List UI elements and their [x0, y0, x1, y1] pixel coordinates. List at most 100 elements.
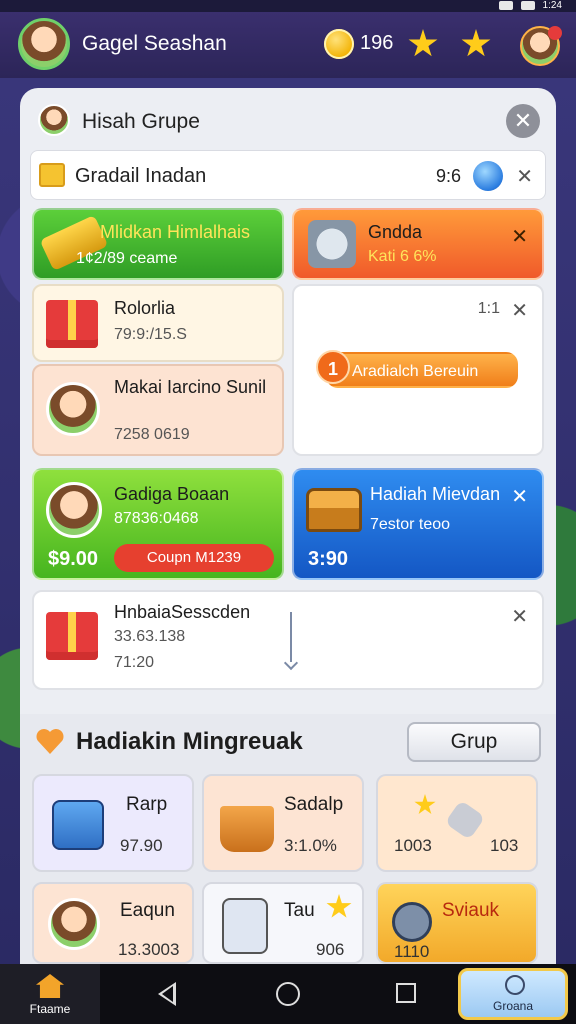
offer-card-lime[interactable]: Gadiga Boaan 87836:0468 $9.00 Coupn M123… — [32, 468, 284, 580]
recent-apps-icon[interactable] — [396, 983, 416, 1003]
friend-avatar — [48, 898, 100, 950]
offer-price: $9.00 — [48, 548, 99, 570]
nav-group-label: Groana — [492, 999, 534, 1013]
battery-icon — [520, 1, 535, 10]
tile-value-secondary: 103 — [490, 836, 519, 855]
tile-value: 906 — [316, 940, 345, 959]
star-icon — [326, 894, 352, 918]
card-subtitle: 7258 0619 — [114, 426, 190, 443]
panel-header: Hisah Grupe ✕ — [32, 100, 544, 146]
ring-icon — [392, 902, 432, 942]
event-button[interactable]: Aradialch Bereuin — [326, 352, 518, 388]
treasure-chest-icon — [306, 488, 362, 532]
newspaper-icon — [222, 898, 268, 954]
reward-card-orange[interactable]: Gndda Kati 6 6% ✕ — [292, 208, 544, 280]
card-title: HnbaiaSesscden — [114, 602, 251, 622]
tile-value: 3:1.0% — [284, 836, 337, 855]
card-title: Gndda — [368, 222, 423, 242]
card-title: Mlidkan Himlalhais — [100, 222, 251, 242]
gift-box-icon — [46, 612, 98, 660]
offer-avatar — [46, 482, 102, 538]
gift-card[interactable]: Rolorlia 79:9:/15.S — [32, 284, 284, 362]
reward-tile[interactable]: Rarp 97.90 — [32, 774, 194, 872]
reward-tile[interactable]: Eaqun 13.3003 — [32, 882, 194, 964]
event-time: 1:1 — [477, 300, 500, 317]
star-icon — [461, 29, 491, 57]
top-bar: Gagel Seashan 196 — [0, 12, 576, 78]
shield-icon — [308, 220, 356, 268]
folder-icon — [39, 163, 65, 187]
reward-card-green[interactable]: Mlidkan Himlalhais 1¢2/89 ceame — [32, 208, 284, 280]
notification-dot — [548, 26, 562, 40]
group-icon — [505, 975, 525, 995]
home-icon — [36, 974, 64, 998]
panel-title: Hisah Grupe — [82, 110, 200, 133]
gem-icon — [473, 161, 503, 191]
grup-button[interactable]: Grup — [407, 722, 541, 762]
close-icon[interactable]: ✕ — [511, 484, 528, 509]
card-subtitle: 33.63.138 — [114, 628, 186, 645]
coupon-code: M1239 — [195, 549, 242, 566]
nav-bar: Ftaame Groana — [0, 964, 576, 1024]
card-subtitle: 79:9:/15.S — [114, 326, 187, 343]
nav-home-label: Ftaame — [29, 1002, 71, 1016]
remove-icon[interactable]: ✕ — [516, 164, 533, 189]
tile-name: Sadalp — [284, 794, 344, 815]
nav-home-tab[interactable]: Ftaame — [0, 964, 100, 1024]
status-bar: 1:24 — [0, 0, 576, 12]
offer-price: 3:90 — [308, 548, 349, 570]
tile-value: 13.3003 — [118, 940, 180, 959]
offer-card-blue[interactable]: Hadiah Mievdan 7estor teoo 3:90 ✕ — [292, 468, 544, 580]
card-subtitle: 7estor teoo — [370, 516, 451, 533]
player-avatar[interactable] — [18, 18, 70, 70]
coin-icon — [324, 29, 354, 59]
gift-box-icon — [46, 300, 98, 348]
group-row-label: Gradail Inadan — [75, 165, 207, 187]
card-subtitle: 1¢2/89 ceame — [76, 250, 178, 267]
friend-card[interactable]: Makai Iarcino Sunil 7258 0619 — [32, 364, 284, 456]
close-icon[interactable]: ✕ — [511, 298, 528, 323]
star-icon — [414, 794, 436, 815]
tile-name: Sviauk — [442, 900, 500, 921]
coin-count: 196 — [360, 32, 394, 54]
reward-tile[interactable]: Sviauk 1110 — [376, 882, 538, 964]
card-title: Makai Iarcino Sunil — [114, 377, 267, 397]
group-row-count: 9:6 — [435, 166, 461, 186]
basket-icon — [220, 806, 274, 852]
close-button[interactable]: ✕ — [506, 104, 540, 138]
card-subtitle: Kati 6 6% — [368, 248, 437, 265]
tile-name: Tau — [284, 900, 315, 921]
close-icon[interactable]: ✕ — [511, 604, 528, 629]
card-time: 71:20 — [114, 654, 155, 671]
home-circle-icon[interactable] — [276, 982, 300, 1006]
tile-value: 1110 — [394, 942, 430, 961]
tile-value: 97.90 — [120, 836, 163, 855]
close-icon[interactable]: ✕ — [511, 224, 528, 249]
tile-name: Eaqun — [120, 900, 175, 921]
signal-icon — [498, 1, 513, 10]
group-avatar — [38, 104, 70, 136]
card-subtitle: 87836:0468 — [114, 510, 199, 527]
reward-tile[interactable]: 1003 103 — [376, 774, 538, 872]
hammer-icon — [444, 799, 486, 841]
coupon-button[interactable]: Coupn M1239 — [114, 544, 274, 572]
nav-group-tab[interactable]: Groana — [458, 968, 568, 1020]
status-time: 1:24 — [542, 0, 562, 11]
event-badge: 1 — [316, 350, 350, 384]
friend-avatar — [46, 382, 100, 436]
card-title: Rolorlia — [114, 298, 176, 318]
star-icon — [408, 29, 438, 57]
group-row[interactable]: Gradail Inadan 9:6 ✕ — [30, 150, 546, 200]
player-name: Gagel Seashan — [82, 32, 227, 55]
card-title: Hadiah Mievdan — [370, 484, 501, 504]
reward-tile[interactable]: Sadalp 3:1.0% — [202, 774, 364, 872]
card-title: Gadiga Boaan — [114, 484, 230, 504]
back-icon[interactable] — [158, 982, 176, 1006]
reward-tile[interactable]: Tau 906 — [202, 882, 364, 964]
coupon-label: Coupn — [146, 549, 192, 566]
section-title: Hadiakin Mingreuak — [76, 728, 303, 755]
scroll-down-icon[interactable] — [284, 612, 298, 668]
box-icon — [52, 800, 104, 850]
tile-value: 1003 — [394, 836, 432, 855]
tile-name: Rarp — [126, 794, 168, 815]
